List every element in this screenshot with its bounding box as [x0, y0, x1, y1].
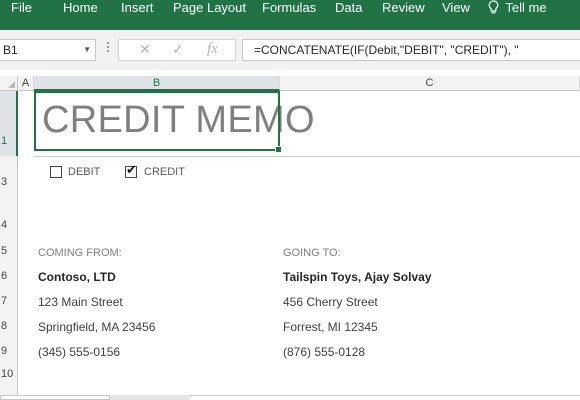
tab-review[interactable]: Review [382, 0, 425, 20]
from-header: COMING FROM: [38, 247, 122, 259]
sheet-tab-area[interactable] [0, 395, 110, 400]
row-header-3[interactable]: 3 [0, 156, 18, 193]
credit-checkbox[interactable]: ✔ [125, 162, 137, 178]
resize-grip-icon[interactable] [106, 42, 110, 58]
to-city: Forrest, MI 12345 [283, 320, 378, 334]
tab-home[interactable]: Home [63, 0, 98, 20]
column-header-b[interactable]: B [34, 76, 280, 91]
to-name: Tailspin Toys, Ajay Solvay [283, 270, 432, 284]
row-header-6[interactable]: 6 [0, 264, 18, 289]
row-header-7[interactable]: 7 [0, 289, 18, 314]
row-header-10[interactable]: 10 [0, 364, 18, 395]
row-header-5[interactable]: 5 [0, 239, 18, 264]
lightbulb-icon [488, 0, 502, 19]
debit-checkbox[interactable] [50, 166, 62, 178]
tab-formulas[interactable]: Formulas [262, 0, 316, 20]
fill-handle[interactable] [275, 146, 282, 153]
from-name: Contoso, LTD [38, 270, 116, 284]
horizontal-scrollbar[interactable] [0, 395, 580, 400]
scrollbar-thumb[interactable] [190, 395, 580, 400]
tell-me-label: Tell me [505, 0, 547, 15]
to-street: 456 Cherry Street [283, 295, 378, 309]
column-header-a[interactable]: A [18, 76, 34, 91]
formula-buttons: ✕ ✓ fx [118, 39, 236, 61]
tab-page-layout[interactable]: Page Layout [173, 0, 246, 20]
tab-view[interactable]: View [442, 0, 470, 20]
chevron-down-icon[interactable]: ▼ [83, 40, 91, 60]
tell-me-box[interactable]: Tell me [488, 0, 547, 20]
name-box-value: B1 [3, 43, 18, 57]
tab-file[interactable]: File [11, 0, 32, 20]
name-box[interactable]: B1 ▼ [0, 39, 96, 61]
from-street: 123 Main Street [38, 295, 123, 309]
tab-insert[interactable]: Insert [121, 0, 154, 20]
column-header-c[interactable]: C [280, 76, 580, 91]
row-header-8[interactable]: 8 [0, 314, 18, 339]
select-all-corner[interactable] [0, 76, 18, 91]
row-header-1[interactable]: 1 [0, 91, 18, 156]
formula-input[interactable]: =CONCATENATE(IF(Debit,"DEBIT", "CREDIT")… [242, 39, 580, 61]
enter-check-icon[interactable]: ✓ [172, 41, 184, 58]
formula-bar-row: B1 ▼ ✕ ✓ fx =CONCATENATE(IF(Debit,"DEBIT… [0, 30, 580, 70]
to-header: GOING TO: [283, 247, 341, 259]
ribbon-tab-bar: File Home Insert Page Layout Formulas Da… [0, 0, 580, 30]
credit-label: CREDIT [144, 166, 185, 178]
checkmark-icon: ✔ [126, 162, 137, 177]
debit-label: DEBIT [68, 166, 101, 178]
tab-data[interactable]: Data [335, 0, 362, 20]
row-header-4[interactable]: 4 [0, 193, 18, 239]
from-phone: (345) 555-0156 [38, 345, 121, 359]
insert-function-icon[interactable]: fx [207, 41, 218, 58]
to-phone: (876) 555-0128 [283, 345, 366, 359]
title-divider [34, 156, 580, 157]
cancel-icon[interactable]: ✕ [139, 41, 151, 58]
from-city: Springfield, MA 23456 [38, 320, 156, 334]
row-header-9[interactable]: 9 [0, 339, 18, 364]
cell-selection-b1 [34, 91, 282, 153]
